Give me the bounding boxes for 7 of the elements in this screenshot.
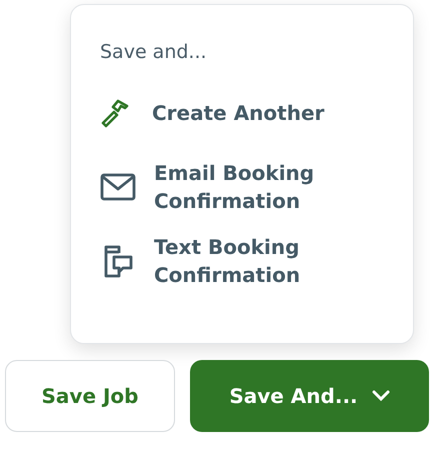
save-job-button[interactable]: Save Job	[5, 360, 175, 432]
menu-item[interactable]: Email Booking Confirmation	[154, 159, 344, 215]
menu-heading: Save and...	[100, 41, 208, 63]
save-and-button[interactable]: Save And...	[190, 360, 429, 432]
menu-item[interactable]: Text Booking Confirmation	[154, 233, 344, 289]
mail-icon	[100, 172, 136, 202]
menu-item[interactable]: Create Another	[152, 99, 342, 127]
